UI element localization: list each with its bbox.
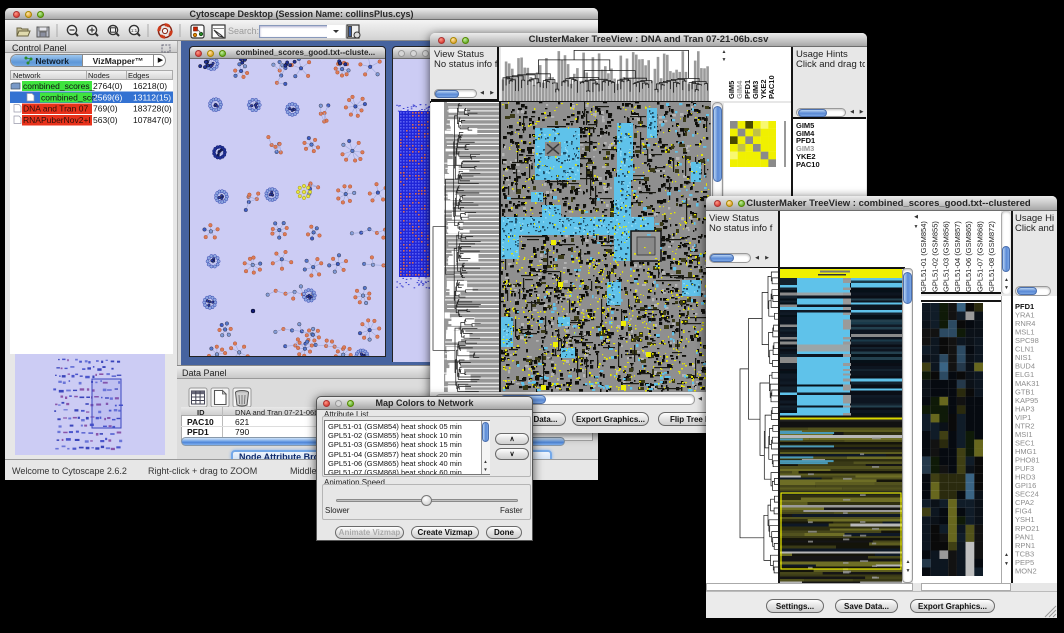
svg-text:1:1: 1:1 bbox=[131, 28, 138, 33]
svg-text:769(0): 769(0) bbox=[93, 104, 118, 114]
svg-text:combined_sco: combined_sco bbox=[41, 93, 96, 103]
svg-text:2764(0): 2764(0) bbox=[93, 81, 122, 91]
svg-text:16218(0): 16218(0) bbox=[133, 81, 167, 91]
svg-text:107847(0): 107847(0) bbox=[133, 115, 172, 125]
svg-text:combined_scores_: combined_scores_ bbox=[23, 81, 95, 91]
svg-text:13112(15): 13112(15) bbox=[133, 93, 171, 103]
svg-text:RNAPuberNov2+I: RNAPuberNov2+I bbox=[23, 115, 91, 125]
svg-text:563(0): 563(0) bbox=[93, 115, 118, 125]
svg-text:2569(6): 2569(6) bbox=[93, 93, 122, 103]
svg-text:DNA and Tran 07: DNA and Tran 07 bbox=[23, 104, 88, 114]
svg-text:PAC10: PAC10 bbox=[767, 75, 776, 99]
svg-text:183728(0): 183728(0) bbox=[133, 104, 172, 114]
